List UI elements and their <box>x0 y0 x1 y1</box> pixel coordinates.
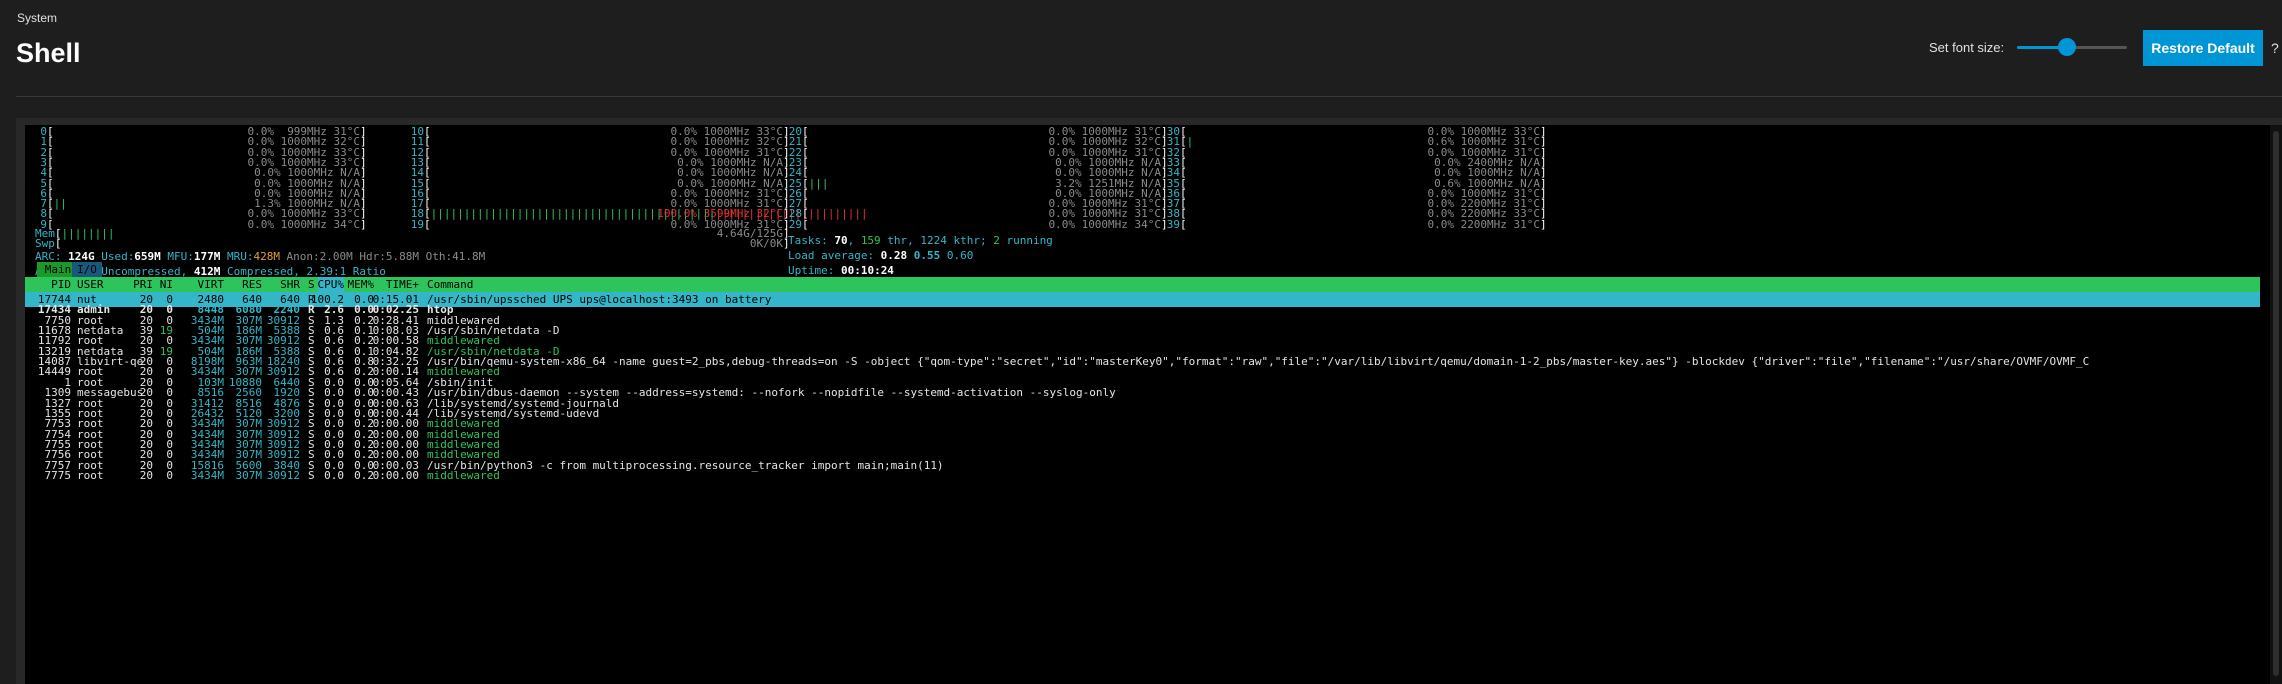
col-header-virt: VIRT <box>197 278 225 291</box>
proc-pid: 7775 <box>44 468 72 482</box>
tasks-sep: , <box>847 234 861 247</box>
load-15: 0.60 <box>946 249 974 262</box>
col-header-ni: NI <box>159 278 173 291</box>
proc-user: root <box>77 468 104 482</box>
cpu-stat: 0.0% 1000MHz 34°C <box>247 217 361 231</box>
page-header: System Shell Set font size: Restore Defa… <box>0 0 2282 98</box>
cpu-stat: 0.0% 2200MHz 31°C <box>1427 217 1541 231</box>
load-5: 0.55 <box>913 249 941 262</box>
proc-command: middlewared <box>427 468 500 482</box>
page-title: Shell <box>16 38 81 68</box>
threads-label: thr, 1224 kthr; <box>880 234 994 247</box>
col-header-mem: MEM% <box>347 278 375 291</box>
restore-default-button[interactable]: Restore Default <box>2143 30 2263 66</box>
proc-time: 0:00.00 <box>372 468 420 482</box>
load-1: 0.28 <box>880 249 908 262</box>
cpu-number: 29 <box>788 217 802 231</box>
arc-mru-label: MRU: <box>220 250 254 263</box>
uptime-prefix: Uptime: <box>788 264 841 277</box>
arc-rest: Anon:2.00M Hdr:5.88M Oth:41.8M <box>279 250 486 263</box>
slider-knob[interactable] <box>2057 38 2076 56</box>
cpu-bracket-open: [ <box>424 217 431 231</box>
scrollbar-thumb[interactable] <box>2273 131 2279 676</box>
proc-ni: 0 <box>166 468 173 482</box>
col-header-cpu: CPU% <box>317 277 345 292</box>
col-header-shr: SHR <box>280 278 300 291</box>
arc-mru: 428M <box>253 250 280 263</box>
col-header-res: RES <box>242 278 262 291</box>
proc-shr: 30912 <box>266 468 301 482</box>
proc-cpu: 0.0 <box>324 468 344 482</box>
help-icon[interactable]: ? <box>2271 40 2282 55</box>
tasks-prefix: Tasks: <box>788 234 835 247</box>
proc-virt: 3434M <box>190 468 225 482</box>
running-label: running <box>999 234 1053 247</box>
arc-mfu-label: MFU: <box>160 250 194 263</box>
load-sp2 <box>940 248 947 263</box>
process-table-header: PID USER PRI NI VIRT RES SHR S CPU% MEM% TIME+ Comm… <box>25 277 2260 292</box>
cpu-bar-green: | <box>1186 135 1194 149</box>
swp-value: 0K/0K <box>749 237 784 250</box>
load-prefix: Load average: <box>788 249 881 262</box>
col-header-user: USER <box>77 278 104 291</box>
col-header-s: S <box>308 278 315 291</box>
arc-used: 659M <box>134 250 161 263</box>
terminal[interactable]: 0[0.0% 999MHz 31°C] 1[0.0% 1000MHz 32°C] 2… <box>25 125 2270 684</box>
cpu-bar-green: ||| <box>808 176 829 190</box>
tab-io[interactable]: I/O <box>72 262 102 277</box>
threads-count: 159 <box>860 234 881 247</box>
tasks-count: 70 <box>834 234 848 247</box>
col-header-pri: PRI <box>133 278 153 291</box>
cpu-stat: 0.0% 1000MHz 34°C <box>1048 217 1162 231</box>
proc-pri: 20 <box>139 468 153 482</box>
proc-res: 307M <box>235 468 263 482</box>
mem-bar: |||||||| <box>61 227 115 240</box>
proc-mem: 0.2 <box>354 468 374 482</box>
cpu-bar-green: || <box>53 197 67 211</box>
font-size-slider[interactable] <box>2017 38 2127 56</box>
cpu-bracket-open: [ <box>802 217 809 231</box>
cpu-bracket-close: ] <box>1540 217 1547 231</box>
uptime-value: 00:10:24 <box>840 264 894 277</box>
header-divider <box>16 96 2282 97</box>
arc-mfu: 177M <box>193 250 221 263</box>
proc-s: S <box>308 468 315 482</box>
font-size-label: Set font size: <box>1929 40 2005 55</box>
col-header-command: Command <box>427 278 474 291</box>
cpu-bracket-close: ] <box>360 217 367 231</box>
breadcrumb[interactable]: System <box>17 11 57 25</box>
cpu-number: 19 <box>410 217 424 231</box>
process-row[interactable]: 7775 root 20 0 3434M 307M 30912 S 0.0 0.2 0:00.00 m… <box>25 468 2260 483</box>
cpu-bracket-open: [ <box>1180 217 1187 231</box>
col-header-pid: PID <box>51 278 71 291</box>
col-header-time: TIME+ <box>385 278 420 291</box>
terminal-scrollbar[interactable] <box>2270 125 2282 684</box>
cpu-number: 39 <box>1166 217 1180 231</box>
